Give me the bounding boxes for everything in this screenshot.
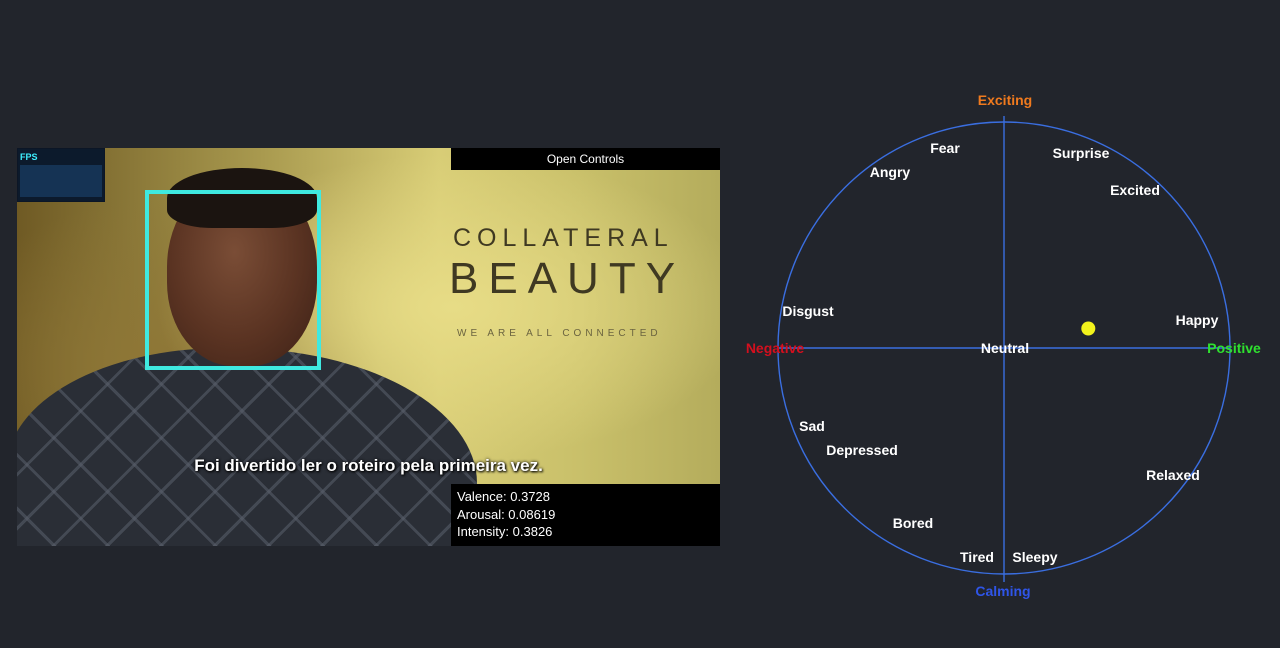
video-subtitle: Foi divertido ler o roteiro pela primeir… <box>194 456 543 475</box>
emotion-label-sleepy: Sleepy <box>1012 549 1057 565</box>
person-body <box>17 348 477 546</box>
emotion-label-angry: Angry <box>870 164 911 180</box>
valence-readout: Valence: 0.3728 <box>457 489 550 504</box>
face-detection-box <box>145 190 321 370</box>
current-emotion-marker <box>1081 321 1096 336</box>
intensity-readout: Intensity: 0.3826 <box>457 524 553 539</box>
poster-tagline: WE ARE ALL CONNECTED <box>457 328 662 339</box>
arousal-readout: Arousal: 0.08619 <box>457 506 556 522</box>
fps-meter: FPS <box>17 148 105 202</box>
emotion-circumplex: Exciting Calming Negative Positive Neutr… <box>746 92 1261 599</box>
video-feed: COLLATERAL BEAUTY WE ARE ALL CONNECTED F… <box>17 148 720 546</box>
emotion-label-depressed: Depressed <box>826 442 898 458</box>
emotion-label-disgust: Disgust <box>782 303 834 319</box>
poster-title-line2: BEAUTY <box>449 254 686 303</box>
fps-graph <box>20 165 102 197</box>
emotion-label-fear: Fear <box>930 140 960 156</box>
fps-label: FPS <box>20 152 38 162</box>
emotion-label-surprise: Surprise <box>1053 145 1110 161</box>
poster-title-line1: COLLATERAL <box>453 224 674 252</box>
axis-label-positive: Positive <box>1207 340 1261 356</box>
emotion-label-excited: Excited <box>1110 182 1160 198</box>
emotion-label-bored: Bored <box>893 515 933 531</box>
emotion-label-tired: Tired <box>960 549 994 565</box>
axis-label-exciting: Exciting <box>978 92 1032 108</box>
emotion-label-sad: Sad <box>799 418 825 434</box>
center-label-neutral: Neutral <box>981 340 1029 356</box>
axis-label-negative: Negative <box>746 340 805 356</box>
open-controls-button[interactable]: Open Controls <box>451 148 720 170</box>
emotion-label-relaxed: Relaxed <box>1146 467 1200 483</box>
emotion-label-happy: Happy <box>1176 312 1219 328</box>
emotion-stats-panel: Valence: 0.3728 Arousal: 0.08619 Intensi… <box>451 484 720 546</box>
axis-label-calming: Calming <box>975 583 1030 599</box>
